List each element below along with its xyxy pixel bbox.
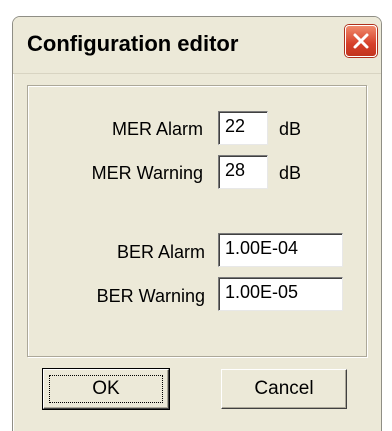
ber-alarm-label: BER Alarm <box>116 242 205 262</box>
mer-warning-unit: dB <box>279 163 302 183</box>
ber-warning-input[interactable]: 1.00E-05 <box>218 277 343 311</box>
ok-button[interactable]: OK <box>42 368 170 410</box>
close-button[interactable] <box>345 25 377 57</box>
mer-warning-label: MER Warning <box>91 163 203 183</box>
mer-alarm-unit: dB <box>279 119 302 139</box>
mer-warning-input[interactable]: 28 <box>218 155 268 189</box>
ber-warning-label: BER Warning <box>96 286 205 306</box>
configuration-editor-dialog: Configuration editor MER Alarm 22 dB MER… <box>12 16 382 431</box>
mer-alarm-input[interactable]: 22 <box>218 111 268 145</box>
ok-button-label: OK <box>92 378 120 399</box>
window-title: Configuration editor <box>27 31 239 56</box>
cancel-button[interactable]: Cancel <box>221 369 347 409</box>
cancel-button-label: Cancel <box>254 378 314 399</box>
title-bar[interactable]: Configuration editor <box>13 17 381 74</box>
close-icon <box>352 32 370 50</box>
ber-alarm-input[interactable]: 1.00E-04 <box>218 233 343 267</box>
mer-alarm-label: MER Alarm <box>111 119 203 139</box>
